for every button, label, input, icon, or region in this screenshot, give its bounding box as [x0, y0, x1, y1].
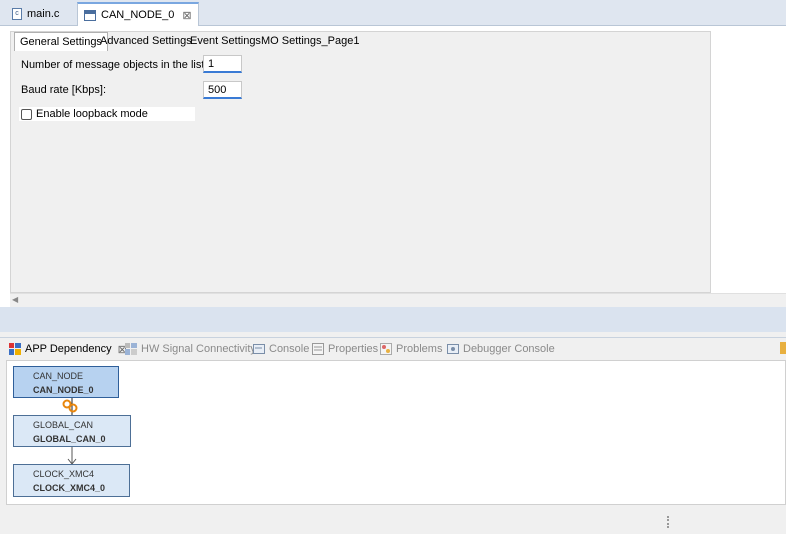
status-separator	[667, 516, 669, 528]
dependency-node-global-can[interactable]: GLOBAL_CAN GLOBAL_CAN_0	[13, 415, 131, 447]
node-instance: GLOBAL_CAN_0	[33, 434, 106, 444]
node-instance: CAN_NODE_0	[33, 385, 94, 395]
node-type: CLOCK_XMC4	[33, 469, 95, 479]
status-bar	[0, 509, 786, 534]
dependency-connectors	[62, 398, 78, 465]
node-type: GLOBAL_CAN	[33, 420, 94, 430]
connector-icon	[68, 403, 78, 413]
node-type: CAN_NODE	[33, 371, 84, 381]
dependency-node-clock-xmc4[interactable]: CLOCK_XMC4 CLOCK_XMC4_0	[13, 464, 130, 497]
dependency-node-can-node[interactable]: CAN_NODE CAN_NODE_0	[13, 366, 119, 398]
node-instance: CLOCK_XMC4_0	[33, 483, 106, 493]
